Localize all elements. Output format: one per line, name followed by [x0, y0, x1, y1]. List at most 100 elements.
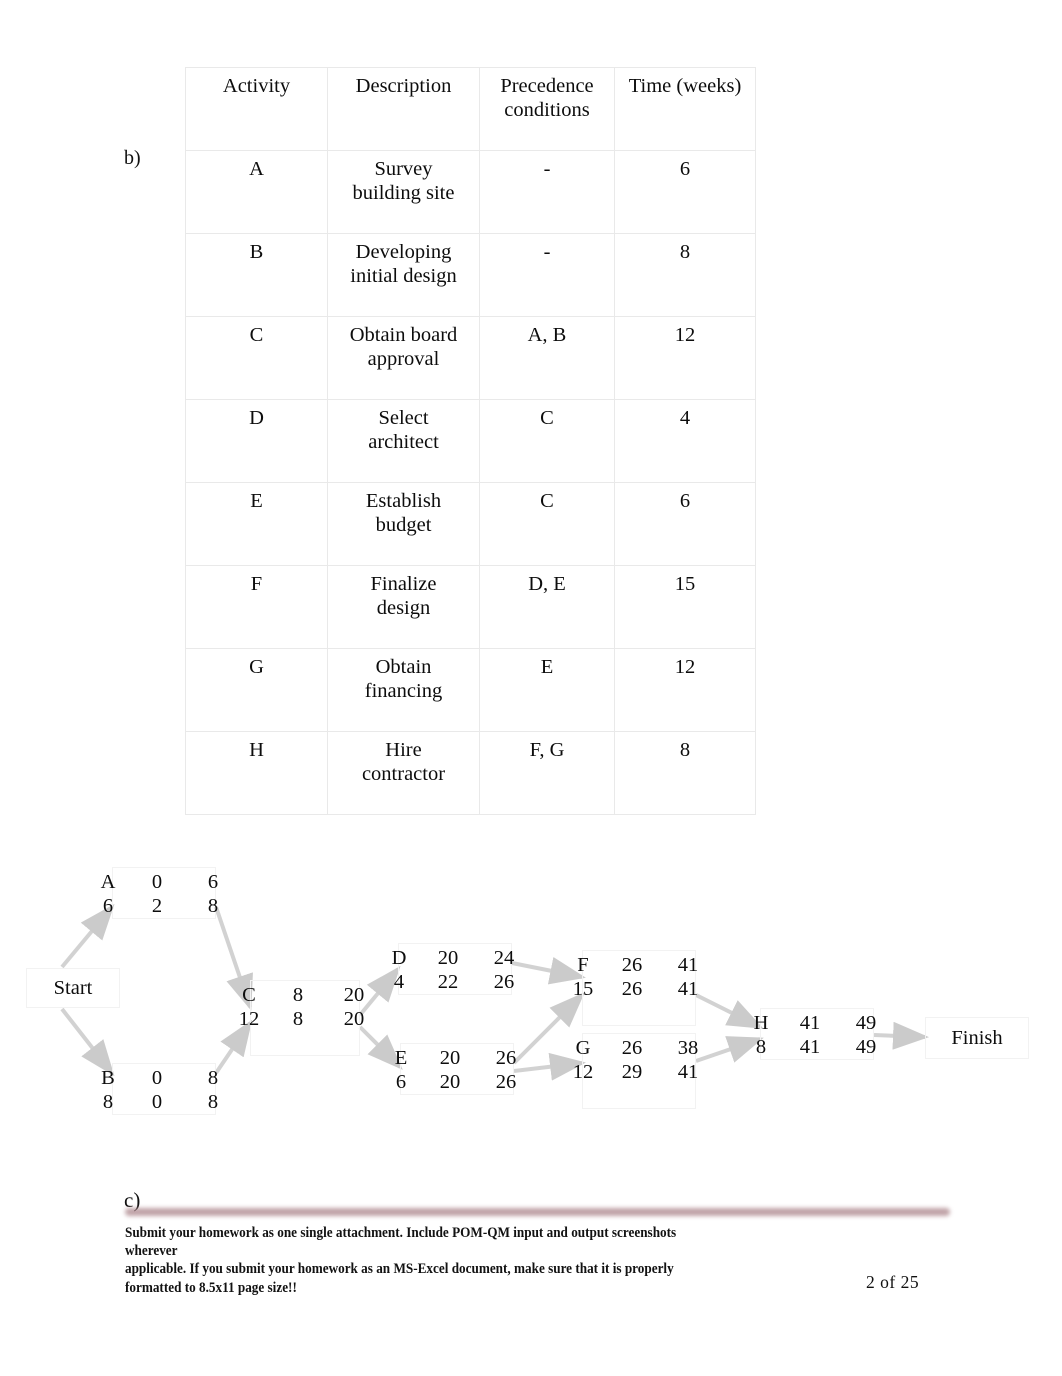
cell-description: Developing initial design	[327, 233, 480, 317]
precedence-header-line2: conditions	[504, 99, 590, 122]
cell-precedence: -	[479, 150, 615, 234]
table-row: E Establish budget C 6	[185, 482, 756, 566]
precedence-header-line1: Precedence	[500, 75, 594, 97]
description-line2: approval	[367, 348, 440, 371]
node-c-id: C	[242, 984, 256, 1006]
node-e: E 20 26 6 20 26	[395, 1043, 516, 1095]
cell-precedence: D, E	[479, 565, 615, 649]
node-h-ef: 49	[855, 1012, 877, 1034]
cell-activity: C	[185, 316, 328, 400]
section-label-b: b)	[124, 147, 141, 169]
cell-precedence: C	[479, 399, 615, 483]
description-line2: design	[376, 597, 431, 620]
node-d-es: 20	[437, 947, 459, 969]
activity-table-body: A Survey building site -6 B Developing initial…	[185, 150, 756, 815]
node-c-ef: 20	[343, 984, 365, 1006]
node-start: Start	[26, 968, 120, 1008]
footer-note-line2: applicable. If you submit your homework …	[125, 1261, 674, 1278]
node-g-ef: 38	[677, 1037, 699, 1059]
table-row: D Select architect C 4	[185, 399, 756, 483]
column-header-description: Description	[327, 67, 480, 151]
cell-description: Establish budget	[327, 482, 480, 566]
node-g-lf: 41	[677, 1061, 699, 1084]
description-line1: Survey	[374, 158, 433, 180]
node-b: B 0 8 8 0 8	[101, 1063, 218, 1115]
node-b-es: 0	[151, 1067, 163, 1089]
column-header-time: Time (weeks)	[614, 67, 756, 151]
node-c-lf: 20	[343, 1008, 365, 1031]
cell-precedence: E	[479, 648, 615, 732]
page-number: 2 of 25	[866, 1272, 920, 1292]
cell-activity: D	[185, 399, 328, 483]
cell-activity: H	[185, 731, 328, 815]
node-c: C 8 20 12 8 20	[239, 980, 364, 1056]
node-d-lf: 26	[493, 971, 515, 994]
node-g: G 26 38 12 29 41	[573, 1033, 698, 1109]
cell-activity: F	[185, 565, 328, 649]
table-row: A Survey building site -6	[185, 150, 756, 234]
node-f-ls: 26	[621, 978, 643, 1001]
cell-description: Obtain board approval	[327, 316, 480, 400]
node-start-label: Start	[53, 976, 93, 999]
cell-precedence: C	[479, 482, 615, 566]
node-e-ls: 20	[439, 1071, 461, 1094]
node-e-es: 20	[439, 1047, 461, 1069]
description-line1: Select	[378, 407, 429, 429]
column-header-precedence: Precedence conditions	[479, 67, 615, 151]
activity-table: Activity Description Precedence conditio…	[185, 67, 756, 815]
description-line2: budget	[375, 514, 432, 537]
node-b-ef: 8	[207, 1067, 219, 1089]
cell-activity: B	[185, 233, 328, 317]
node-b-duration: 8	[102, 1091, 114, 1114]
column-header-activity: Activity	[185, 67, 328, 151]
node-d-ef: 24	[493, 947, 515, 969]
cell-description: Select architect	[327, 399, 480, 483]
node-h-lf: 49	[855, 1036, 877, 1059]
node-a-duration: 6	[102, 895, 114, 918]
table-row: C Obtain board approval A, B 12	[185, 316, 756, 400]
node-d-id: D	[391, 947, 407, 969]
node-g-es: 26	[621, 1037, 643, 1059]
table-row: F Finalize design D, E 15	[185, 565, 756, 649]
cell-time: 8	[614, 233, 756, 317]
node-h: H 41 49 8 41 49	[754, 1008, 876, 1060]
node-d: D 20 24 4 22 26	[392, 943, 514, 995]
node-f-lf: 41	[677, 978, 699, 1001]
footer-instructions: Submit your homework as one single attac…	[125, 1224, 720, 1297]
cell-description: Survey building site	[327, 150, 480, 234]
table-row: B Developing initial design -8	[185, 233, 756, 317]
cell-time: 12	[614, 648, 756, 732]
node-d-duration: 4	[393, 971, 405, 994]
cell-time: 6	[614, 150, 756, 234]
description-line2: initial design	[350, 265, 457, 288]
activity-table-container: Activity Description Precedence conditio…	[185, 67, 756, 815]
node-e-duration: 6	[395, 1071, 407, 1094]
node-c-duration: 12	[238, 1008, 260, 1031]
node-finish: Finish	[925, 1017, 1029, 1059]
node-f: F 26 41 15 26 41	[573, 950, 698, 1026]
node-h-ls: 41	[799, 1036, 821, 1059]
cell-time: 12	[614, 316, 756, 400]
table-row: H Hire contractor F, G8	[185, 731, 756, 815]
node-b-lf: 8	[207, 1091, 219, 1114]
node-g-duration: 12	[572, 1061, 594, 1084]
node-a-ef: 6	[207, 871, 219, 893]
description-line1: Obtain board	[349, 324, 458, 346]
description-line2: contractor	[361, 763, 446, 786]
description-line1: Obtain	[375, 656, 432, 678]
cell-precedence: A, B	[479, 316, 615, 400]
node-f-ef: 41	[677, 954, 699, 976]
node-f-id: F	[577, 954, 589, 976]
node-e-lf: 26	[495, 1071, 517, 1094]
cell-activity: G	[185, 648, 328, 732]
cell-time: 6	[614, 482, 756, 566]
node-a: A 0 6 6 2 8	[101, 867, 218, 919]
cell-time: 4	[614, 399, 756, 483]
node-e-id: E	[394, 1047, 408, 1069]
network-diagram: Start A 0 6 6 2 8 B 0 8 8 0 8 C 8 20 12 …	[0, 845, 1062, 1145]
description-line2: financing	[364, 680, 443, 703]
cell-description: Hire contractor	[327, 731, 480, 815]
description-line2: architect	[368, 431, 439, 454]
cell-description: Finalize design	[327, 565, 480, 649]
node-e-ef: 26	[495, 1047, 517, 1069]
